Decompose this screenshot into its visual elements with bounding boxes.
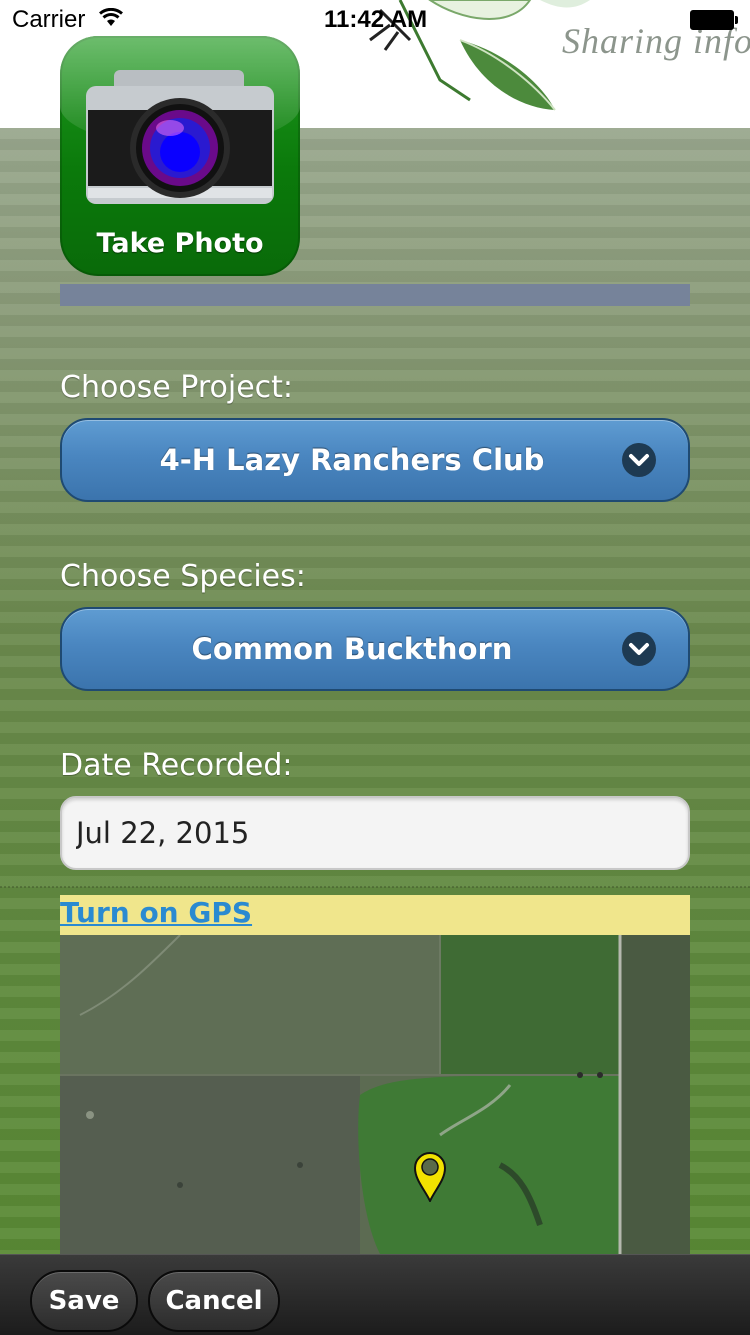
project-field-label: Choose Project: (60, 370, 294, 405)
battery-body (690, 10, 734, 30)
carrier-label: Carrier (12, 6, 86, 33)
battery-icon (690, 10, 738, 30)
chevron-down-icon (622, 632, 656, 666)
gps-strip: Turn on GPS (60, 895, 690, 935)
project-select-value: 4-H Lazy Ranchers Club (159, 443, 545, 477)
map-pin-icon[interactable] (413, 1150, 447, 1202)
date-recorded-input[interactable] (60, 796, 690, 870)
chevron-down-icon (622, 443, 656, 477)
save-button[interactable]: Save (30, 1270, 138, 1332)
species-select-value: Common Buckthorn (191, 632, 513, 666)
cancel-button[interactable]: Cancel (148, 1270, 280, 1332)
status-bar: Carrier 11:42 AM (0, 0, 750, 40)
camera-icon (86, 70, 274, 204)
satellite-map[interactable] (60, 935, 690, 1254)
bottom-toolbar: Save Cancel (0, 1254, 750, 1335)
battery-tip (735, 16, 738, 24)
project-select[interactable]: 4-H Lazy Ranchers Club (60, 418, 690, 502)
map-imagery (60, 935, 690, 1254)
divider-bar (60, 284, 690, 306)
species-select[interactable]: Common Buckthorn (60, 607, 690, 691)
wifi-icon (99, 8, 123, 26)
take-photo-button[interactable]: Take Photo (60, 36, 300, 276)
dotted-divider (0, 886, 750, 888)
take-photo-label: Take Photo (96, 228, 264, 259)
turn-on-gps-link[interactable]: Turn on GPS (60, 896, 252, 929)
species-field-label: Choose Species: (60, 559, 306, 594)
date-field-label: Date Recorded: (60, 748, 293, 783)
status-time: 11:42 AM (324, 6, 428, 33)
